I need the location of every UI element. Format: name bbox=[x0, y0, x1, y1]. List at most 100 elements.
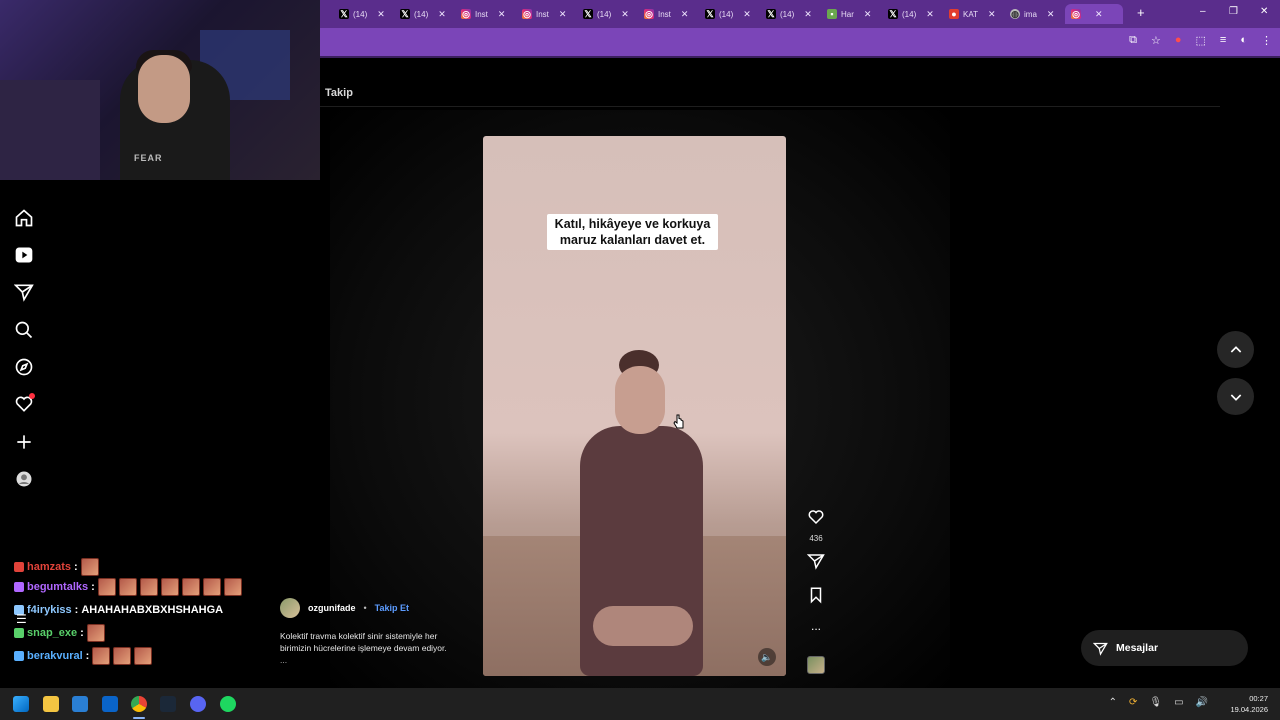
discord-icon[interactable] bbox=[190, 696, 206, 712]
home-icon[interactable] bbox=[14, 208, 34, 228]
search-icon[interactable] bbox=[14, 320, 34, 340]
browser-tab[interactable]: ◎ ✕ bbox=[1065, 4, 1123, 24]
messages-button[interactable]: Mesajlar bbox=[1081, 630, 1248, 666]
author-name[interactable]: ozgunifade bbox=[308, 603, 356, 613]
author-avatar[interactable] bbox=[280, 598, 300, 618]
previous-reel-button[interactable] bbox=[1217, 331, 1254, 368]
chrome-icon[interactable] bbox=[131, 696, 147, 712]
reels-icon[interactable] bbox=[14, 245, 34, 265]
browser-tab[interactable]: ◍ ima ✕ bbox=[1004, 4, 1062, 24]
menu-icon[interactable]: ⋮ bbox=[1261, 34, 1272, 47]
close-tab-icon[interactable]: ✕ bbox=[743, 9, 751, 20]
minimize-icon[interactable]: – bbox=[1200, 6, 1206, 17]
shirt-text: FEAR bbox=[134, 153, 163, 163]
next-reel-button[interactable] bbox=[1217, 378, 1254, 415]
browser-tab[interactable]: 𝕏 (14) ✕ bbox=[699, 4, 757, 24]
browser-tab[interactable]: ● KAT ✕ bbox=[943, 4, 1001, 24]
browser-tab[interactable]: 𝕏 (14) ✕ bbox=[394, 4, 452, 24]
browser-tab[interactable]: 𝕏 (14) ✕ bbox=[760, 4, 818, 24]
new-tab-button[interactable]: + bbox=[1137, 5, 1145, 20]
close-tab-icon[interactable]: ✕ bbox=[864, 9, 872, 20]
more-options-icon[interactable]: ... bbox=[807, 620, 825, 638]
x-icon: 𝕏 bbox=[400, 9, 410, 19]
close-tab-icon[interactable]: ✕ bbox=[681, 9, 689, 20]
tray-expand-icon[interactable]: ⌃ bbox=[1109, 697, 1117, 708]
browser-tab[interactable]: 𝕏 (14) ✕ bbox=[577, 4, 635, 24]
chat-message: f4irykiss: AHAHAHABXBXHSHAHGA bbox=[14, 600, 223, 620]
globe-icon: ◍ bbox=[1010, 9, 1020, 19]
audio-thumbnail[interactable] bbox=[807, 656, 825, 674]
browser-tab[interactable]: ▪ Har ✕ bbox=[821, 4, 879, 24]
media-control-icon[interactable]: ≡ bbox=[1220, 34, 1226, 47]
store-icon[interactable] bbox=[72, 696, 88, 712]
divider bbox=[320, 106, 1220, 107]
tab-label: ima bbox=[1024, 9, 1037, 19]
notification-dot bbox=[29, 393, 35, 399]
close-tab-icon[interactable]: ✕ bbox=[1047, 9, 1055, 20]
explore-compass-icon[interactable] bbox=[14, 357, 34, 377]
close-tab-icon[interactable]: ✕ bbox=[377, 9, 385, 20]
sync-icon[interactable]: ⟳ bbox=[1129, 697, 1137, 708]
notifications-heart-icon[interactable] bbox=[14, 393, 35, 414]
display-icon[interactable]: ▭ bbox=[1174, 697, 1183, 708]
cast-icon[interactable]: ⧉ bbox=[1129, 34, 1137, 47]
close-tab-icon[interactable]: ✕ bbox=[498, 9, 506, 20]
chat-emote-icon bbox=[80, 558, 99, 576]
extensions-icon[interactable]: ⬚ bbox=[1196, 34, 1206, 47]
tab-label: Inst bbox=[658, 9, 671, 19]
separator: • bbox=[363, 603, 367, 613]
hamburger-menu-icon[interactable]: ☰ bbox=[16, 612, 30, 626]
follow-button[interactable]: Takip Et bbox=[375, 603, 409, 613]
restore-icon[interactable]: ❐ bbox=[1229, 6, 1238, 17]
chevron-down-icon bbox=[1230, 393, 1241, 401]
background-shelf bbox=[0, 80, 100, 180]
share-send-icon[interactable] bbox=[806, 552, 825, 570]
volume-icon[interactable]: 🔈 bbox=[758, 648, 776, 666]
chat-emote-icon bbox=[86, 624, 105, 642]
spotify-icon[interactable] bbox=[220, 696, 236, 712]
like-heart-icon[interactable] bbox=[807, 508, 825, 526]
create-plus-icon[interactable] bbox=[14, 432, 34, 452]
chat-emote-icon bbox=[92, 647, 111, 665]
chevron-up-icon bbox=[1230, 345, 1241, 353]
browser-tab[interactable]: ◎ Inst ✕ bbox=[638, 4, 696, 24]
browser-tab[interactable]: ◎ Inst ✕ bbox=[455, 4, 513, 24]
close-tab-icon[interactable]: ✕ bbox=[988, 9, 996, 20]
close-tab-icon[interactable]: ✕ bbox=[438, 9, 446, 20]
following-tab[interactable]: Takip bbox=[325, 87, 353, 99]
save-bookmark-icon[interactable] bbox=[807, 586, 825, 604]
direct-send-icon[interactable] bbox=[13, 282, 34, 302]
windows-start-icon[interactable] bbox=[13, 696, 29, 712]
steam-icon[interactable] bbox=[160, 696, 176, 712]
chat-emote-icon bbox=[113, 647, 132, 665]
divider bbox=[320, 56, 1280, 58]
chat-username: snap_exe bbox=[27, 627, 78, 639]
profile-avatar-icon[interactable]: ◐ bbox=[1240, 34, 1247, 47]
outlook-icon[interactable] bbox=[102, 696, 118, 712]
description-more[interactable]: ... bbox=[280, 654, 470, 666]
close-tab-icon[interactable]: ✕ bbox=[621, 9, 629, 20]
volume-icon[interactable]: 🔊 bbox=[1196, 697, 1208, 708]
reel-video[interactable]: Katıl, hikâyeye ve korkuya maruz kalanla… bbox=[483, 136, 786, 676]
x-icon: 𝕏 bbox=[705, 9, 715, 19]
tab-label: (14) bbox=[719, 9, 734, 19]
chat-colon: : bbox=[74, 604, 79, 616]
close-window-icon[interactable]: ✕ bbox=[1260, 6, 1268, 17]
bookmark-star-icon[interactable]: ☆ bbox=[1151, 34, 1161, 47]
extension-red-icon[interactable]: ● bbox=[1175, 34, 1182, 47]
browser-tab[interactable]: 𝕏 (14) ✕ bbox=[333, 4, 391, 24]
reel-author: ozgunifade • Takip Et bbox=[280, 598, 409, 618]
instagram-icon: ◎ bbox=[461, 9, 471, 19]
microphone-icon[interactable]: 🎙 bbox=[1149, 697, 1162, 708]
browser-tab[interactable]: 𝕏 (14) ✕ bbox=[882, 4, 940, 24]
browser-tab[interactable]: ◎ Inst ✕ bbox=[516, 4, 574, 24]
webcam-overlay: FEAR bbox=[0, 0, 320, 180]
tab-label: (14) bbox=[902, 9, 917, 19]
close-tab-icon[interactable]: ✕ bbox=[559, 9, 567, 20]
close-tab-icon[interactable]: ✕ bbox=[1095, 9, 1103, 20]
file-explorer-icon[interactable] bbox=[43, 696, 59, 712]
taskbar-clock[interactable]: 00:27 19.04.2026 bbox=[1230, 693, 1268, 715]
close-tab-icon[interactable]: ✕ bbox=[804, 9, 812, 20]
profile-icon[interactable] bbox=[14, 469, 34, 489]
close-tab-icon[interactable]: ✕ bbox=[926, 9, 934, 20]
